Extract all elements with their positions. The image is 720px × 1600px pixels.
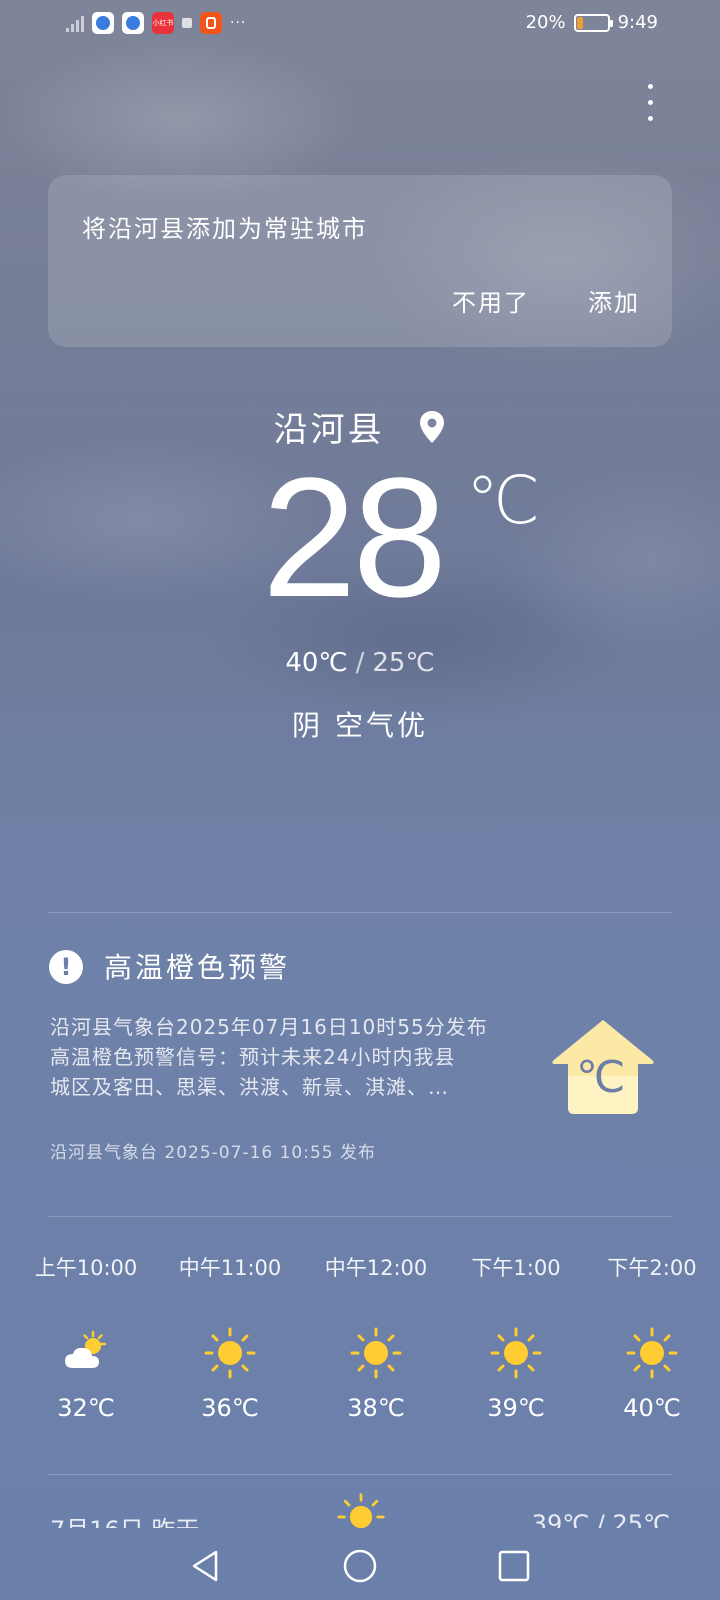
recent-apps-icon[interactable] <box>494 1546 534 1586</box>
hour-temp: 36℃ <box>201 1394 259 1422</box>
hour-item: 下午1:00 39℃ <box>456 1252 576 1422</box>
alert-body[interactable]: 沿河县气象台2025年07月16日10时55分发布 高温橙色预警信号：预计未来2… <box>50 1012 510 1102</box>
hour-item: 中午12:00 38℃ <box>316 1252 436 1422</box>
sunny-icon <box>336 1492 386 1528</box>
hour-item: 下午2:00 40℃ <box>592 1252 712 1422</box>
temperature-unit: ℃ <box>466 462 541 539</box>
browser-app-icon <box>122 12 144 34</box>
hour-time: 下午2:00 <box>607 1256 697 1280</box>
alert-body-line: 高温橙色预警信号：预计未来24小时内我县 <box>50 1045 456 1069</box>
browser-app-icon <box>92 12 114 34</box>
more-notifications-icon: ··· <box>230 15 247 31</box>
heat-warning-icon: ℃ <box>550 1016 656 1116</box>
dismiss-button[interactable]: 不用了 <box>452 283 530 318</box>
high-temp: 40℃ <box>285 648 348 678</box>
home-icon[interactable] <box>340 1546 380 1586</box>
current-temperature: 28 <box>262 443 447 633</box>
daily-range: 39℃ / 25℃ <box>531 1510 670 1528</box>
alert-body-line: 城区及客田、思渠、洪渡、新景、淇滩、… <box>50 1075 449 1099</box>
add-city-card: 将沿河县添加为常驻城市 不用了 添加 <box>48 175 672 347</box>
location-pin-icon <box>420 410 445 443</box>
alert-title[interactable]: 高温橙色预警 <box>104 946 290 986</box>
hour-time: 上午10:00 <box>34 1256 138 1280</box>
hour-time: 中午12:00 <box>324 1256 428 1280</box>
sunny-icon <box>349 1326 403 1380</box>
hour-item: 上午10:00 32℃ <box>26 1252 146 1422</box>
more-vert-icon[interactable] <box>640 82 660 126</box>
low-temp: 25℃ <box>372 648 435 678</box>
alert-icon: ! <box>49 950 83 984</box>
high-low-temps: 40℃/25℃ <box>0 648 720 678</box>
status-bar: 小红书 ··· 20% 9:49 <box>0 0 720 48</box>
navigation-bar <box>0 1528 720 1600</box>
divider <box>48 1216 672 1217</box>
battery-percent: 20% <box>525 12 566 33</box>
divider <box>48 912 672 913</box>
kuaishou-app-icon <box>200 12 222 34</box>
hour-time: 下午1:00 <box>471 1256 561 1280</box>
divider <box>48 1474 672 1475</box>
sunny-icon <box>489 1326 543 1380</box>
hour-item: 中午11:00 36℃ <box>170 1252 290 1422</box>
hour-temp: 32℃ <box>57 1394 115 1422</box>
status-icons-left: 小红书 ··· <box>62 12 246 34</box>
hourly-forecast[interactable]: 上午10:00 32℃ 中午11:00 36℃ 中午12:00 38℃ 下午1:… <box>0 1252 720 1422</box>
status-icons-right: 20% 9:49 <box>526 12 658 33</box>
battery-level <box>576 16 583 29</box>
clock: 9:49 <box>617 12 658 33</box>
daily-date: 7月16日 昨天 <box>50 1510 199 1528</box>
hour-temp: 38℃ <box>347 1394 405 1422</box>
hour-temp: 40℃ <box>623 1394 681 1422</box>
add-city-message: 将沿河县添加为常驻城市 <box>82 215 368 243</box>
alert-source: 沿河县气象台 2025-07-16 10:55 发布 <box>50 1143 376 1163</box>
weather-condition: 阴 空气优 <box>292 709 428 742</box>
sunny-icon <box>625 1326 679 1380</box>
battery-icon <box>573 13 613 32</box>
hour-time: 中午11:00 <box>178 1256 282 1280</box>
high-low-separator: / <box>355 648 365 678</box>
notification-dot-icon <box>182 18 192 28</box>
partly-cloudy-icon <box>59 1326 113 1380</box>
hour-temp: 39℃ <box>487 1394 545 1422</box>
heat-icon-unit: ℃ <box>576 1053 626 1102</box>
xiaohongshu-app-icon: 小红书 <box>152 12 174 34</box>
sunny-icon <box>203 1326 257 1380</box>
back-icon[interactable] <box>186 1546 226 1586</box>
signal-icon <box>62 12 84 34</box>
alert-body-line: 沿河县气象台2025年07月16日10时55分发布 <box>50 1015 488 1039</box>
add-city-button[interactable]: 添加 <box>588 283 640 318</box>
